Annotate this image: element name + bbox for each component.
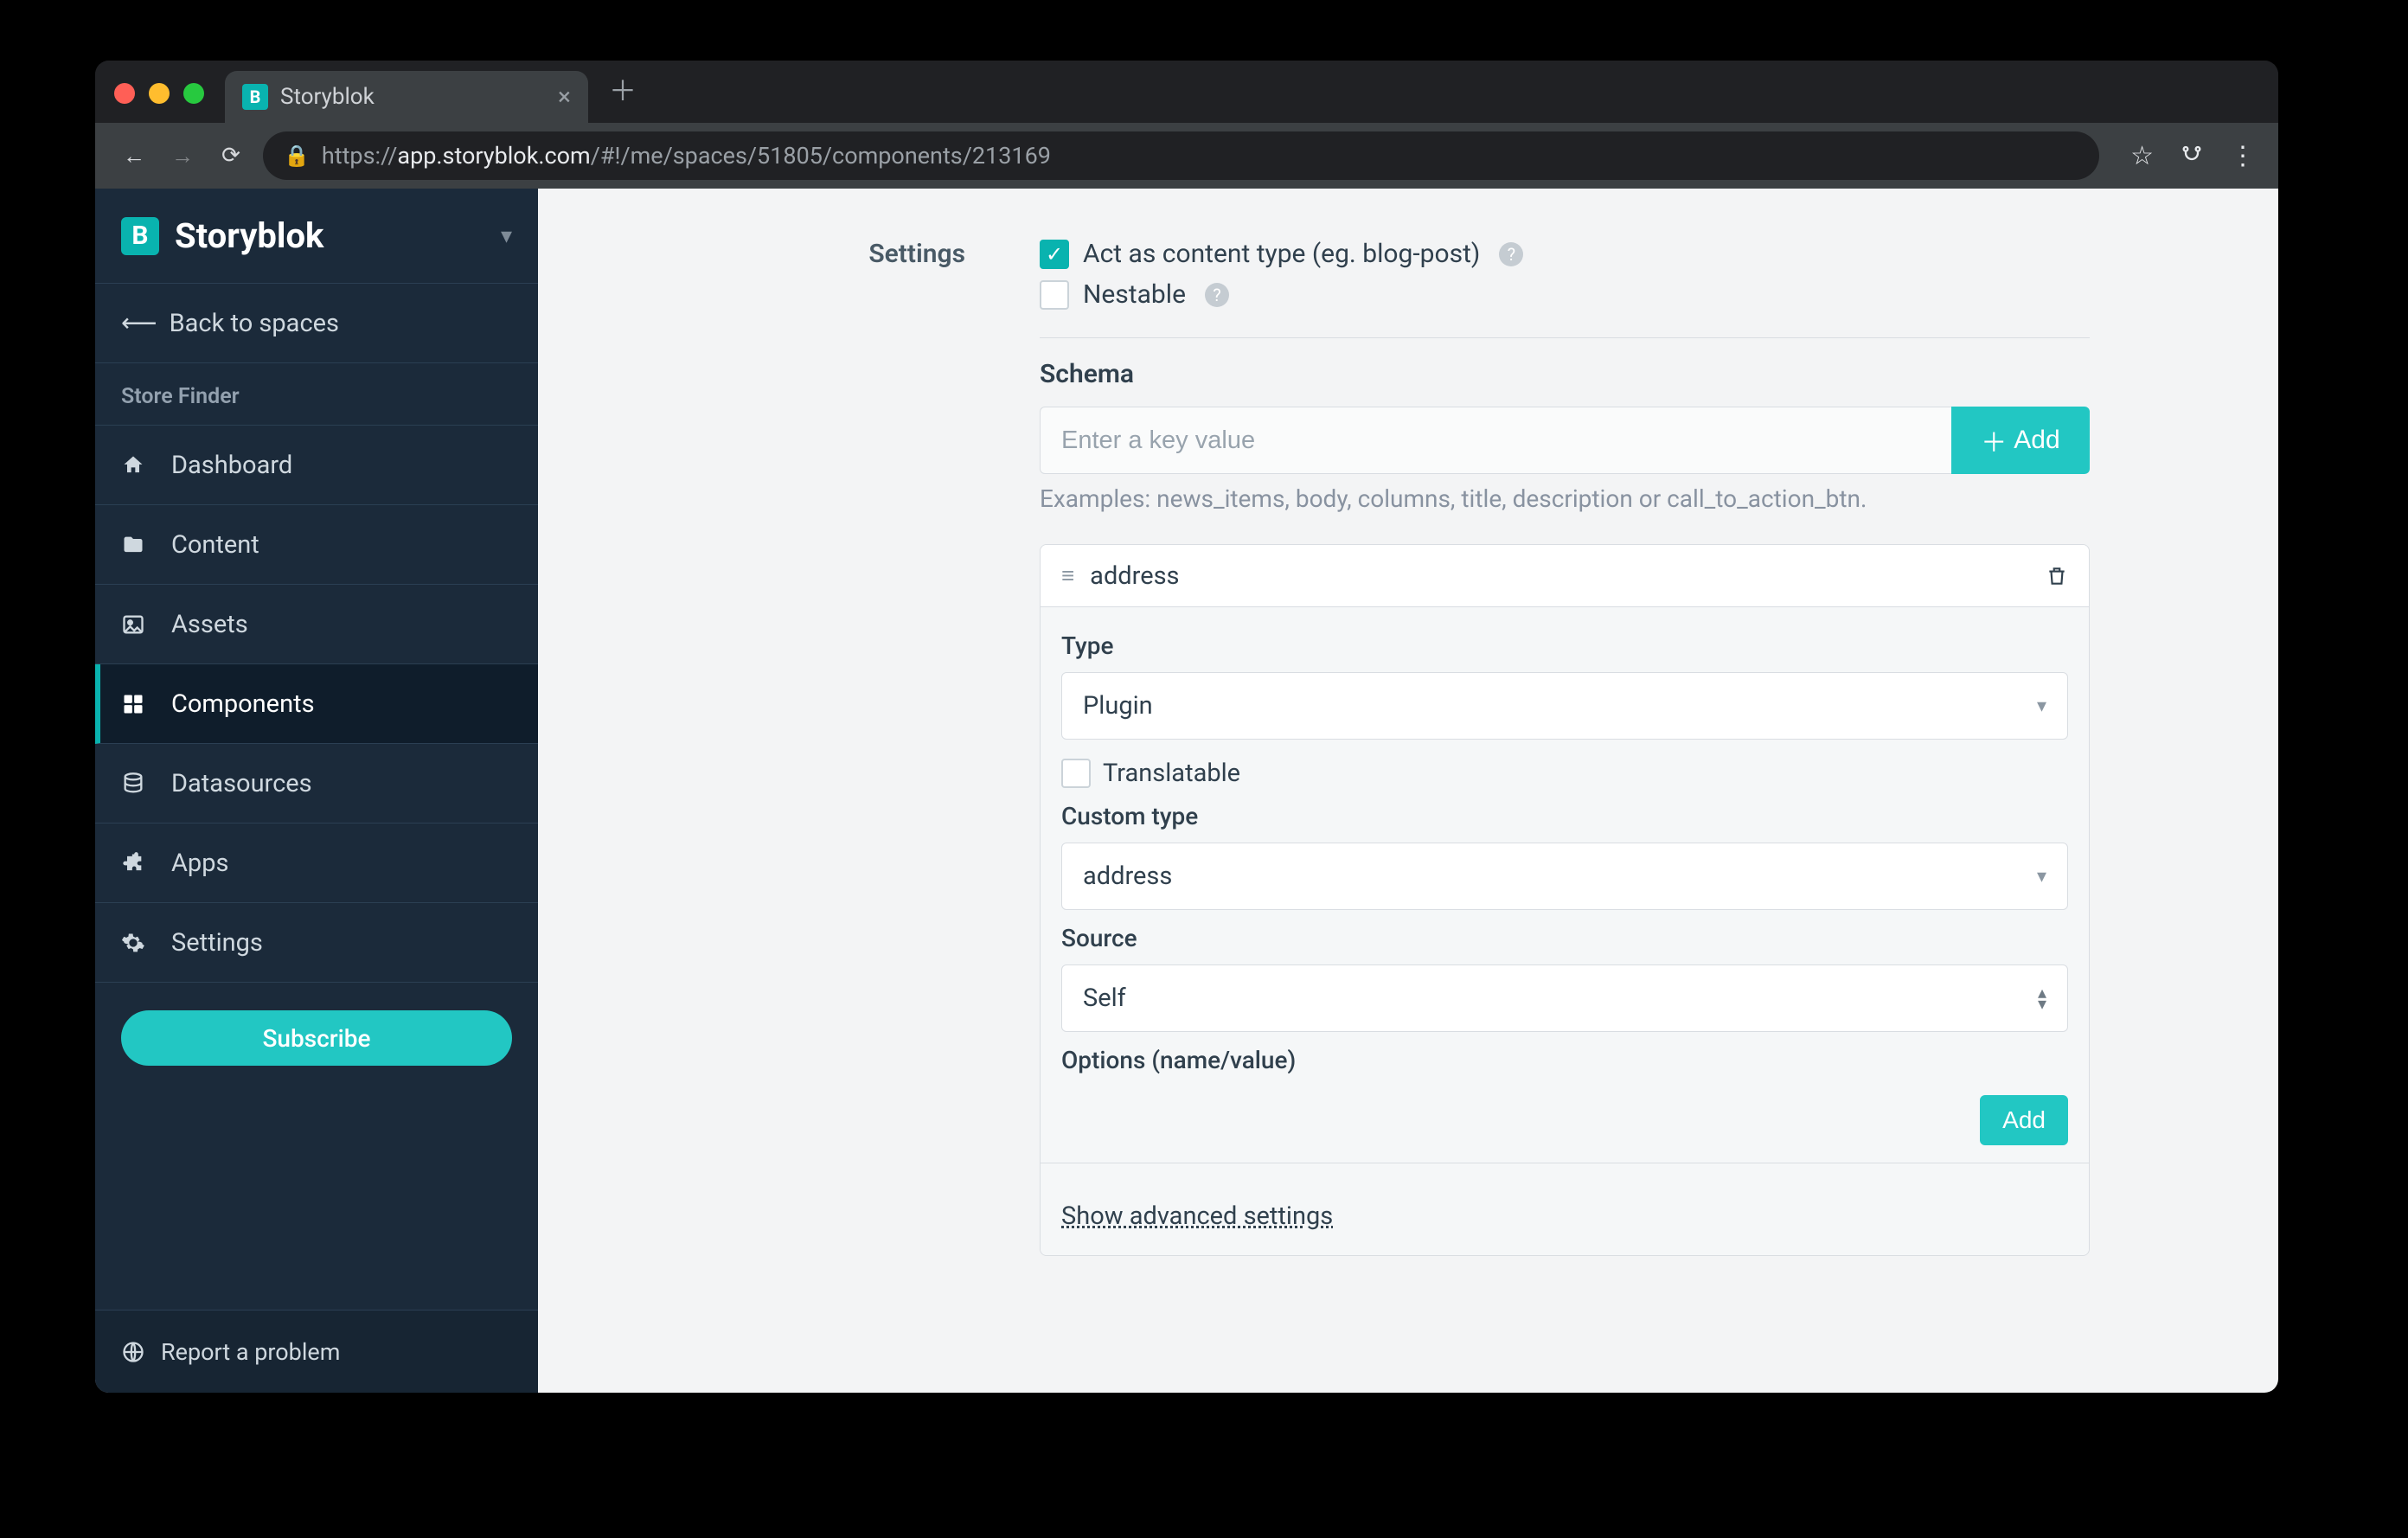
app-sidebar: B Storyblok ▾ ⟵ Back to spaces Store Fin… — [95, 189, 538, 1393]
browser-window: B Storyblok × ＋ ← → ⟳ 🔒 https://app.stor… — [95, 61, 2278, 1393]
sidebar-item-label: Assets — [171, 610, 248, 639]
page-viewport: B Storyblok ▾ ⟵ Back to spaces Store Fin… — [95, 189, 2278, 1393]
database-icon — [121, 772, 150, 796]
add-key-label: Add — [2014, 426, 2059, 455]
checkbox-content-type-label: Act as content type (eg. blog-post) — [1083, 239, 1480, 269]
schema-field-name: address — [1090, 561, 1179, 591]
sidebar-item-apps[interactable]: Apps — [95, 823, 538, 903]
schema-heading: Schema — [1040, 359, 2090, 389]
image-icon — [121, 612, 150, 637]
source-label: Source — [1061, 924, 2068, 952]
checkbox-nestable-label: Nestable — [1083, 279, 1186, 310]
sidebar-item-content[interactable]: Content — [95, 505, 538, 585]
custom-type-value: address — [1083, 862, 1172, 891]
subscribe-button[interactable]: Subscribe — [121, 1010, 512, 1066]
sidebar-item-label: Dashboard — [171, 451, 292, 480]
schema-key-input[interactable] — [1040, 407, 1951, 474]
blocks-icon — [121, 692, 150, 716]
schema-field-header[interactable]: ≡ address — [1041, 545, 2089, 607]
back-to-spaces[interactable]: ⟵ Back to spaces — [95, 284, 538, 363]
forward-icon[interactable]: → — [166, 143, 199, 170]
add-option-button[interactable]: Add — [1980, 1095, 2068, 1145]
minimize-window-icon[interactable] — [149, 83, 170, 104]
chevron-down-icon: ▾ — [2037, 695, 2046, 717]
sidebar-item-label: Components — [171, 689, 315, 719]
url-host: app.storyblok.com — [397, 142, 590, 170]
schema-field-panel: ≡ address Type Plugin ▾ — [1040, 544, 2090, 1256]
type-value: Plugin — [1083, 691, 1153, 721]
brand-row[interactable]: B Storyblok ▾ — [95, 189, 538, 284]
sidebar-item-dashboard[interactable]: Dashboard — [95, 426, 538, 505]
menu-icon[interactable]: ⋮ — [2230, 141, 2256, 171]
sidebar-menu: Dashboard Content Assets — [95, 426, 538, 983]
sidebar-item-settings[interactable]: Settings — [95, 903, 538, 983]
tab-strip: B Storyblok × ＋ — [95, 61, 2278, 123]
report-problem[interactable]: Report a problem — [95, 1310, 538, 1393]
sidebar-item-label: Datasources — [171, 769, 312, 798]
checkbox-content-type[interactable]: ✓ — [1040, 240, 1069, 269]
source-value: Self — [1083, 984, 1126, 1013]
gear-icon — [121, 931, 150, 955]
drag-handle-icon[interactable]: ≡ — [1061, 562, 1074, 589]
brand-logo-icon: B — [121, 217, 159, 255]
sidebar-item-label: Apps — [171, 849, 228, 878]
content-area: Settings ✓ Act as content type (eg. blog… — [538, 189, 2278, 1393]
checkbox-translatable-label: Translatable — [1103, 759, 1240, 788]
folder-icon — [121, 533, 150, 557]
globe-icon — [121, 1340, 145, 1364]
home-icon — [121, 453, 150, 477]
options-label: Options (name/value) — [1061, 1046, 2068, 1074]
advanced-settings-link[interactable]: Show advanced settings — [1061, 1202, 1333, 1231]
sidebar-item-label: Settings — [171, 928, 263, 958]
settings-heading: Settings — [590, 239, 965, 269]
reload-icon[interactable]: ⟳ — [215, 143, 247, 169]
browser-tab[interactable]: B Storyblok × — [225, 71, 588, 123]
brand-name: Storyblok — [175, 215, 323, 256]
chevron-down-icon[interactable]: ▾ — [501, 223, 512, 249]
star-icon[interactable]: ☆ — [2130, 141, 2154, 171]
puzzle-icon — [121, 851, 150, 875]
extensions-icon[interactable] — [2180, 141, 2204, 171]
chevron-down-icon: ▾ — [2037, 866, 2046, 888]
trash-icon[interactable] — [2046, 565, 2068, 587]
url-path: /#!/me/spaces/51805/components/213169 — [591, 142, 1051, 170]
custom-type-label: Custom type — [1061, 802, 2068, 830]
report-label: Report a problem — [161, 1338, 340, 1366]
sidebar-item-datasources[interactable]: Datasources — [95, 744, 538, 823]
schema-hint: Examples: news_items, body, columns, tit… — [1040, 484, 2090, 513]
window-controls — [114, 83, 204, 123]
maximize-window-icon[interactable] — [183, 83, 204, 104]
space-name: Store Finder — [95, 363, 538, 426]
sidebar-item-label: Content — [171, 530, 259, 560]
checkbox-nestable[interactable] — [1040, 280, 1069, 310]
source-select[interactable]: Self ▴▾ — [1061, 964, 2068, 1032]
back-label: Back to spaces — [170, 309, 339, 338]
sidebar-item-assets[interactable]: Assets — [95, 585, 538, 664]
add-option-label: Add — [2002, 1106, 2046, 1133]
new-tab-button[interactable]: ＋ — [588, 69, 657, 123]
type-label: Type — [1061, 631, 2068, 660]
close-tab-icon[interactable]: × — [558, 85, 571, 109]
help-icon[interactable]: ? — [1205, 283, 1229, 307]
browser-right-icons: ☆ ⋮ — [2130, 141, 2256, 171]
checkbox-translatable[interactable] — [1061, 759, 1091, 788]
arrow-left-icon: ⟵ — [121, 308, 157, 338]
sidebar-item-components[interactable]: Components — [95, 664, 538, 744]
type-select[interactable]: Plugin ▾ — [1061, 672, 2068, 740]
back-icon[interactable]: ← — [118, 143, 150, 170]
subscribe-label: Subscribe — [262, 1024, 370, 1053]
custom-type-select[interactable]: address ▾ — [1061, 843, 2068, 910]
address-bar: ← → ⟳ 🔒 https://app.storyblok.com/#!/me/… — [95, 123, 2278, 189]
plus-icon: ＋ — [1981, 421, 2007, 459]
url-field[interactable]: 🔒 https://app.storyblok.com/#!/me/spaces… — [263, 131, 2099, 180]
tab-favicon: B — [242, 84, 268, 110]
close-window-icon[interactable] — [114, 83, 135, 104]
add-key-button[interactable]: ＋ Add — [1951, 407, 2090, 474]
url-scheme: https:// — [322, 142, 398, 170]
sort-icon: ▴▾ — [2038, 988, 2046, 1009]
help-icon[interactable]: ? — [1499, 242, 1523, 266]
divider — [1040, 337, 2090, 338]
tab-title: Storyblok — [280, 84, 375, 110]
lock-icon: 🔒 — [284, 144, 310, 168]
